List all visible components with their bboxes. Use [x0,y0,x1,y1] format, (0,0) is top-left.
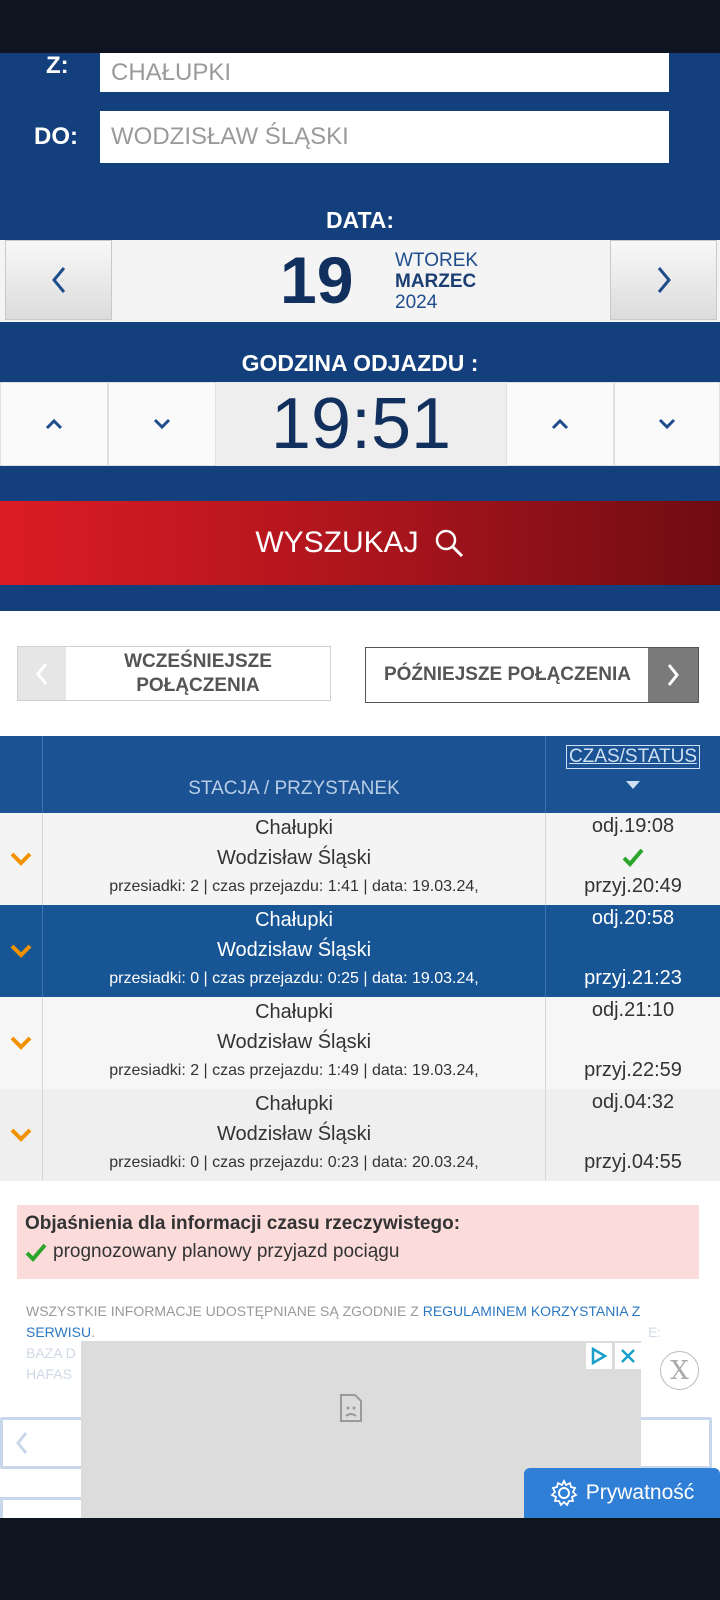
time-status: odj.04:32 przyj.04:55 [546,1089,720,1181]
to-label: DO: [34,123,78,150]
date-month: MARZEC [395,271,477,292]
to-station: Wodzisław Śląski [216,1031,372,1053]
arrival-time: przyj.20:49 [584,875,682,897]
time-title: GODZINA ODJAZDU : [241,350,479,376]
chevron-right-icon [648,648,698,702]
ad-close-icon[interactable] [615,1343,641,1369]
results-table-header: STACJA / PRZYSTANEK CZAS/STATUS [0,736,720,813]
from-label: Z: [46,52,69,79]
route-info: Chałupki Wodzisław Śląski przesiadki: 0 … [43,905,546,997]
route-meta: przesiadki: 2 | czas przejazdu: 1:41 | d… [109,878,479,895]
chevron-right-icon [657,267,671,293]
departure-time: odj.19:08 [591,815,675,837]
time-status: odj.20:58 przyj.21:23 [546,905,720,997]
expand-row-icon[interactable] [0,1089,43,1181]
prev-date-button[interactable] [5,240,112,320]
date-weekday: WTOREK [395,250,479,271]
arrival-time: przyj.04:55 [584,1151,682,1173]
time-value: 19:51 [216,382,506,466]
route-meta: przesiadki: 0 | czas przejazdu: 0:25 | d… [109,970,479,987]
to-station: Wodzisław Śląski [216,939,372,961]
hour-up-button[interactable] [0,382,108,466]
header-expand-col [0,736,43,813]
from-station: Chałupki [255,909,333,931]
minute-up-button[interactable] [506,382,614,466]
arrival-time: przyj.21:23 [584,967,682,989]
from-station: Chałupki [255,1093,333,1115]
chevron-left-icon [16,1432,28,1454]
header-station: STACJA / PRZYSTANEK [43,736,546,813]
chevron-down-icon [153,418,171,430]
check-icon [546,847,720,873]
earlier-connections-label: WCZEŚNIEJSZE POŁĄCZENIA [124,650,272,696]
hour-down-button[interactable] [108,382,216,466]
chevron-left-icon [18,647,66,700]
page: Z: CHAŁUPKI DO: WODZISŁAW ŚLĄSKI DATA: 1… [0,0,720,1600]
time-picker: 19:51 [0,382,720,466]
minute-down-button[interactable] [614,382,720,466]
table-row[interactable]: Chałupki Wodzisław Śląski przesiadki: 0 … [0,905,720,997]
chevron-up-icon [551,418,569,430]
date-title: DATA: [325,207,395,233]
header-time-status[interactable]: CZAS/STATUS [546,736,720,813]
departure-time: odj.04:32 [591,1091,675,1113]
footer-text: WSZYSTKIE INFORMACJE UDOSTĘPNIANE SĄ ZGO… [26,1303,419,1319]
time-status: odj.21:10 przyj.22:59 [546,997,720,1089]
footer-faded-1: BAZA D [26,1345,76,1361]
expand-row-icon[interactable] [0,997,43,1089]
next-date-button[interactable] [610,240,717,320]
route-meta: przesiadki: 2 | czas przejazdu: 1:49 | d… [109,1062,479,1079]
footer-faded-right: E: [648,1324,662,1340]
to-field[interactable]: WODZISŁAW ŚLĄSKI [100,111,669,163]
privacy-button[interactable]: Prywatność [524,1468,720,1518]
expand-row-icon[interactable] [0,905,43,997]
route-info: Chałupki Wodzisław Śląski przesiadki: 2 … [43,813,546,905]
search-label: WYSZUKAJ [255,526,419,559]
legend-title: Objaśnienia dla informacji czasu rzeczyw… [25,1213,461,1234]
sort-time-status-link[interactable]: CZAS/STATUS [565,745,701,769]
chevron-down-icon [658,418,676,430]
route-info: Chałupki Wodzisław Śląski przesiadki: 0 … [43,1089,546,1181]
date-year: 2024 [395,292,438,313]
navigation-bar [0,1518,720,1600]
to-station: Wodzisław Śląski [216,847,372,869]
table-row[interactable]: Chałupki Wodzisław Śląski przesiadki: 0 … [0,1089,720,1181]
departure-time: odj.20:58 [591,907,675,929]
ad-icons [586,1343,641,1369]
route-info: Chałupki Wodzisław Śląski przesiadki: 2 … [43,997,546,1089]
chevron-left-icon [51,267,65,293]
broken-image-icon [338,1393,364,1428]
table-row[interactable]: Chałupki Wodzisław Śląski przesiadki: 2 … [0,997,720,1089]
earlier-connections-button[interactable]: WCZEŚNIEJSZE POŁĄCZENIA [17,646,331,701]
later-connections-button[interactable]: PÓŹNIEJSZE POŁĄCZENIA [365,647,699,703]
status-bar [0,0,720,53]
time-status: odj.19:08 przyj.20:49 [546,813,720,905]
from-station: Chałupki [255,1001,333,1023]
search-icon [435,529,463,558]
close-ad-button[interactable]: X [660,1351,699,1390]
table-row[interactable]: Chałupki Wodzisław Śląski przesiadki: 2 … [0,813,720,905]
route-meta: przesiadki: 0 | czas przejazdu: 0:23 | d… [109,1154,479,1171]
search-button[interactable]: WYSZUKAJ [0,501,720,585]
later-connections-label: PÓŹNIEJSZE POŁĄCZENIA [383,664,632,685]
arrival-time: przyj.22:59 [584,1059,682,1081]
expand-row-icon[interactable] [0,813,43,905]
sort-down-icon [626,781,640,789]
date-picker: 19 WTOREK MARZEC 2024 [0,240,720,322]
adchoices-icon[interactable] [586,1343,612,1369]
privacy-label: Prywatność [585,1481,695,1504]
departure-time: odj.21:10 [591,999,675,1021]
to-station: Wodzisław Śląski [216,1123,372,1145]
date-details: WTOREK MARZEC 2024 [395,250,478,313]
footer-faded-2: HAFAS [26,1366,72,1382]
realtime-legend: Objaśnienia dla informacji czasu rzeczyw… [17,1205,699,1279]
date-day: 19 [280,243,354,317]
from-field[interactable]: CHAŁUPKI [100,53,669,92]
check-icon [25,1243,47,1262]
from-station: Chałupki [255,817,333,839]
legend-item: prognozowany planowy przyjazd pociągu [25,1241,691,1263]
chevron-up-icon [45,418,63,430]
legend-item-label: prognozowany planowy przyjazd pociągu [53,1241,400,1262]
gear-icon [550,1479,578,1507]
